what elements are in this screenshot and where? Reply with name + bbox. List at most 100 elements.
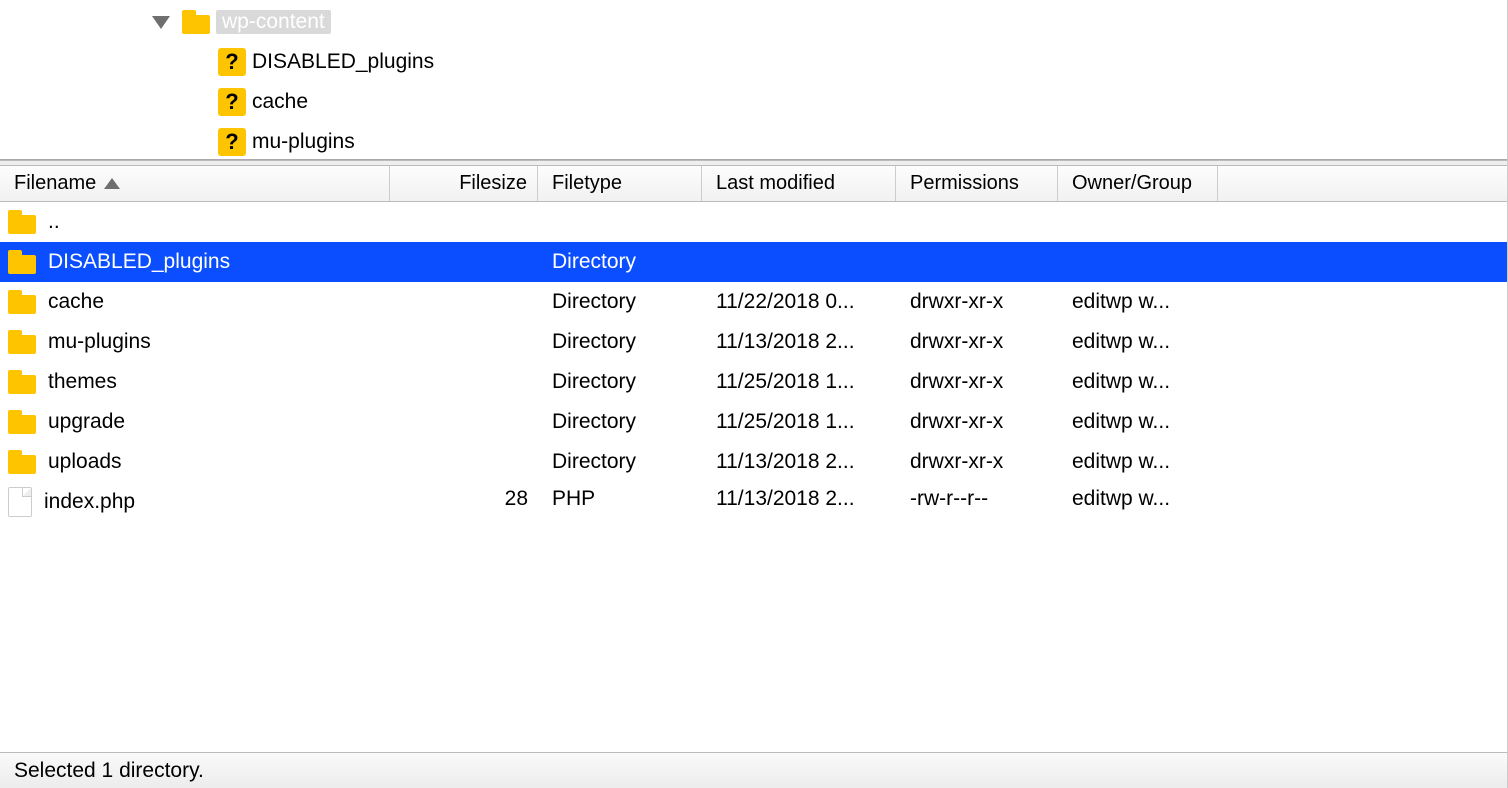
cell-last-modified [702,250,896,274]
file-row[interactable]: themes Directory11/25/2018 1...drwxr-xr-x… [0,362,1507,402]
column-header-owner-group[interactable]: Owner/Group [1058,166,1218,201]
filename-text: index.php [44,490,135,514]
cell-owner-group: editwp w... [1058,450,1218,474]
cell-last-modified: 11/25/2018 1... [702,370,896,394]
cell-filesize: 28 [390,487,538,517]
filename-text: upgrade [48,410,125,434]
cell-filename: themes [0,370,390,394]
cell-filesize [390,370,538,394]
filename-text: uploads [48,450,122,474]
column-header-filename[interactable]: Filename [0,166,390,201]
filename-text: cache [48,290,104,314]
cell-filename: mu-plugins [0,330,390,354]
cell-filename: .. [0,210,390,234]
cell-permissions: drwxr-xr-x [896,330,1058,354]
cell-filesize [390,410,538,434]
file-row[interactable]: upgrade Directory11/25/2018 1...drwxr-xr-… [0,402,1507,442]
cell-filetype: Directory [538,410,702,434]
cell-filetype: Directory [538,290,702,314]
column-label: Owner/Group [1072,172,1192,195]
column-header-filesize[interactable]: Filesize [390,166,538,201]
cell-owner-group [1058,250,1218,274]
cell-filetype: PHP [538,487,702,517]
cell-filename: uploads [0,450,390,474]
column-label: Permissions [910,172,1019,195]
cell-last-modified [702,210,896,234]
file-row[interactable]: index.php 28PHP11/13/2018 2...-rw-r--r--e… [0,482,1507,522]
folder-icon [8,290,36,314]
cell-filetype [538,210,702,234]
cell-owner-group [1058,210,1218,234]
chevron-down-icon[interactable] [152,16,170,29]
tree-row-child[interactable]: ? DISABLED_plugins [0,42,1507,82]
folder-icon [8,410,36,434]
file-list-pane: Filename Filesize Filetype Last modified… [0,166,1507,788]
cell-permissions: drwxr-xr-x [896,450,1058,474]
cell-owner-group: editwp w... [1058,370,1218,394]
folder-icon [8,210,36,234]
cell-filesize [390,250,538,274]
cell-permissions: drwxr-xr-x [896,410,1058,434]
cell-filesize [390,210,538,234]
sort-asc-icon [104,178,120,189]
tree-label: cache [252,90,308,114]
file-row[interactable]: DISABLED_plugins Directory [0,242,1507,282]
tree-row-wp-content[interactable]: wp-content [0,2,1507,42]
cell-permissions: drwxr-xr-x [896,370,1058,394]
unknown-icon: ? [218,88,246,116]
remote-tree-pane[interactable]: wp-content ? DISABLED_plugins ? cache ? … [0,0,1507,160]
cell-last-modified: 11/13/2018 2... [702,487,896,517]
cell-filetype: Directory [538,330,702,354]
filename-text: themes [48,370,117,394]
cell-permissions: -rw-r--r-- [896,487,1058,517]
file-row[interactable]: mu-plugins Directory11/13/2018 2...drwxr-… [0,322,1507,362]
cell-permissions: drwxr-xr-x [896,290,1058,314]
tree-label: DISABLED_plugins [252,50,434,74]
unknown-icon: ? [218,128,246,156]
tree-label: wp-content [216,10,331,34]
cell-owner-group: editwp w... [1058,487,1218,517]
folder-icon [182,10,210,34]
column-header-row: Filename Filesize Filetype Last modified… [0,166,1507,202]
tree-row-child[interactable]: ? mu-plugins [0,122,1507,160]
column-header-filetype[interactable]: Filetype [538,166,702,201]
status-bar: Selected 1 directory. [0,752,1507,788]
cell-filesize [390,330,538,354]
cell-last-modified: 11/22/2018 0... [702,290,896,314]
column-label: Last modified [716,172,835,195]
filename-text: DISABLED_plugins [48,250,230,274]
filename-text: mu-plugins [48,330,151,354]
column-header-permissions[interactable]: Permissions [896,166,1058,201]
folder-icon [8,250,36,274]
cell-filetype: Directory [538,250,702,274]
folder-icon [8,330,36,354]
file-icon [8,487,32,517]
cell-filesize [390,290,538,314]
cell-filename: upgrade [0,410,390,434]
folder-icon [8,450,36,474]
cell-filename: DISABLED_plugins [0,250,390,274]
column-header-last-modified[interactable]: Last modified [702,166,896,201]
tree-label: mu-plugins [252,130,355,154]
cell-filename: index.php [0,487,390,517]
file-list-body[interactable]: .. DISABLED_plugins Directory cache Director… [0,202,1507,752]
tree-row-child[interactable]: ? cache [0,82,1507,122]
filename-text: .. [48,210,60,234]
cell-permissions [896,210,1058,234]
cell-last-modified: 11/25/2018 1... [702,410,896,434]
cell-owner-group: editwp w... [1058,330,1218,354]
column-label: Filetype [552,172,622,195]
cell-owner-group: editwp w... [1058,290,1218,314]
file-row[interactable]: cache Directory11/22/2018 0...drwxr-xr-xe… [0,282,1507,322]
cell-filetype: Directory [538,370,702,394]
cell-owner-group: editwp w... [1058,410,1218,434]
file-row[interactable]: uploadsDirectory11/13/2018 2...drwxr-xr-… [0,442,1507,482]
status-text: Selected 1 directory. [14,759,204,783]
cell-permissions [896,250,1058,274]
file-row[interactable]: .. [0,202,1507,242]
cell-filename: cache [0,290,390,314]
cell-last-modified: 11/13/2018 2... [702,330,896,354]
cell-filesize [390,450,538,474]
column-label: Filesize [459,172,527,195]
folder-icon [8,370,36,394]
